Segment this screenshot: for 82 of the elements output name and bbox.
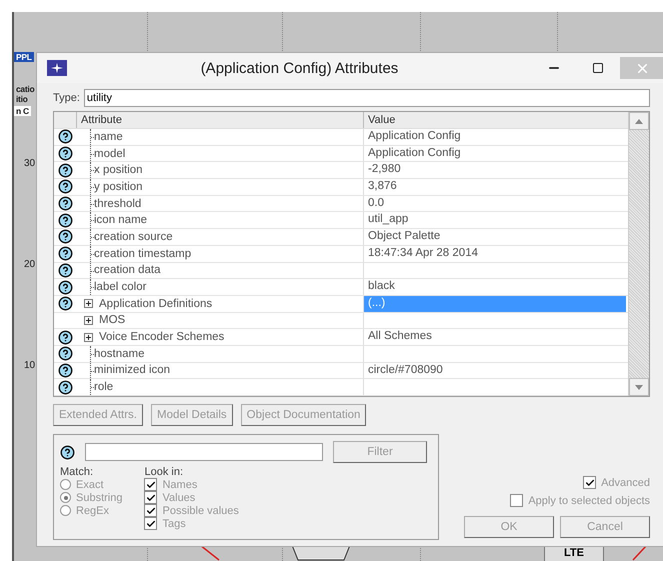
attribute-value[interactable]: Application Config — [363, 146, 626, 162]
column-header[interactable]: Attribute — [76, 112, 363, 128]
attribute-value[interactable]: black — [363, 279, 626, 295]
scrollbar[interactable] — [628, 112, 649, 396]
radio-button[interactable] — [60, 492, 71, 503]
radio-button[interactable] — [60, 505, 71, 516]
checkbox[interactable] — [144, 504, 158, 517]
help-icon[interactable] — [58, 129, 72, 144]
attribute-name: MOS — [99, 314, 126, 326]
help-icon[interactable] — [58, 380, 72, 395]
attribute-name: x position — [94, 164, 143, 176]
attribute-name: Voice Encoder Schemes — [99, 331, 224, 344]
attribute-value[interactable]: 3,876 — [363, 179, 626, 195]
attribute-name: Application Definitions — [99, 298, 212, 310]
help-icon[interactable] — [58, 212, 72, 228]
window-title: (Application Config) Attributes — [200, 60, 400, 76]
help-icon[interactable] — [58, 280, 72, 295]
attribute-name: creation source — [94, 230, 173, 243]
match-label: Match: — [60, 466, 94, 478]
attribute-name: label color — [94, 281, 146, 294]
help-icon[interactable] — [58, 162, 72, 178]
radio-button[interactable] — [60, 479, 71, 490]
attribute-name: creation timestamp — [94, 248, 192, 260]
checkbox-label: Tags — [162, 518, 186, 530]
attribute-value[interactable]: 18:47:34 Apr 28 2014 — [363, 246, 626, 262]
help-icon[interactable] — [58, 330, 72, 345]
scroll-up-icon[interactable] — [635, 118, 643, 124]
help-icon[interactable] — [60, 444, 75, 460]
attribute-value[interactable]: -2,980 — [363, 162, 626, 178]
checkbox[interactable] — [144, 478, 158, 491]
radio-label: Exact — [76, 478, 104, 490]
axis-label: 10 — [24, 360, 36, 371]
link-line — [199, 545, 221, 561]
node-label: PPL — [14, 52, 34, 62]
link-line — [632, 545, 648, 561]
radio-label: Substring — [76, 492, 122, 504]
help-icon[interactable] — [58, 246, 72, 262]
axis-label: 30 — [24, 158, 36, 169]
checkbox-label: Names — [162, 478, 198, 490]
filter-field[interactable] — [85, 443, 323, 461]
node-label: itio — [15, 94, 29, 104]
help-icon[interactable] — [58, 146, 72, 162]
attribute-name: hostname — [94, 348, 145, 360]
attribute-value[interactable]: All Schemes — [363, 329, 626, 345]
attribute-name: threshold — [94, 198, 142, 210]
checkbox[interactable] — [510, 494, 524, 507]
type-field[interactable]: utility — [84, 89, 650, 107]
node-label: catio — [15, 84, 36, 94]
look-in-label: Look in: — [144, 466, 184, 478]
help-icon[interactable] — [58, 346, 72, 362]
help-icon[interactable] — [58, 229, 72, 244]
help-icon[interactable] — [58, 296, 72, 312]
radio-label: RegEx — [76, 504, 110, 516]
checkbox[interactable] — [144, 491, 158, 504]
app-icon — [47, 60, 67, 76]
node-label: n C — [14, 106, 31, 116]
maximize-icon — [592, 62, 604, 74]
attribute-value[interactable]: Application Config — [363, 129, 626, 145]
checkbox-label: Values — [162, 492, 196, 504]
attribute-name: y position — [94, 180, 143, 193]
attribute-value[interactable]: 0.0 — [363, 196, 626, 212]
type-label: Type: — [53, 92, 80, 104]
checkbox-label: Possible values — [162, 504, 239, 516]
attribute-name: role — [94, 381, 114, 394]
help-icon[interactable] — [58, 196, 72, 212]
help-icon[interactable] — [58, 362, 72, 378]
attribute-name: name — [94, 130, 123, 143]
checkbox[interactable] — [583, 476, 596, 489]
help-icon[interactable] — [58, 179, 72, 194]
scroll-down-icon[interactable] — [635, 384, 643, 390]
attribute-value[interactable]: Object Palette — [363, 229, 626, 245]
attribute-value[interactable]: circle/#708090 — [363, 362, 626, 378]
checkbox-label: Advanced — [601, 476, 650, 488]
attribute-name: model — [94, 148, 126, 160]
help-icon[interactable] — [58, 262, 72, 278]
checkbox-label: Apply to selected objects — [528, 494, 650, 506]
axis-label: 20 — [24, 259, 36, 270]
attribute-name: creation data — [94, 264, 160, 276]
attribute-name: icon name — [94, 214, 148, 226]
attribute-name: minimized icon — [94, 364, 170, 376]
checkbox[interactable] — [144, 517, 158, 530]
attribute-value[interactable]: util_app — [363, 212, 626, 228]
